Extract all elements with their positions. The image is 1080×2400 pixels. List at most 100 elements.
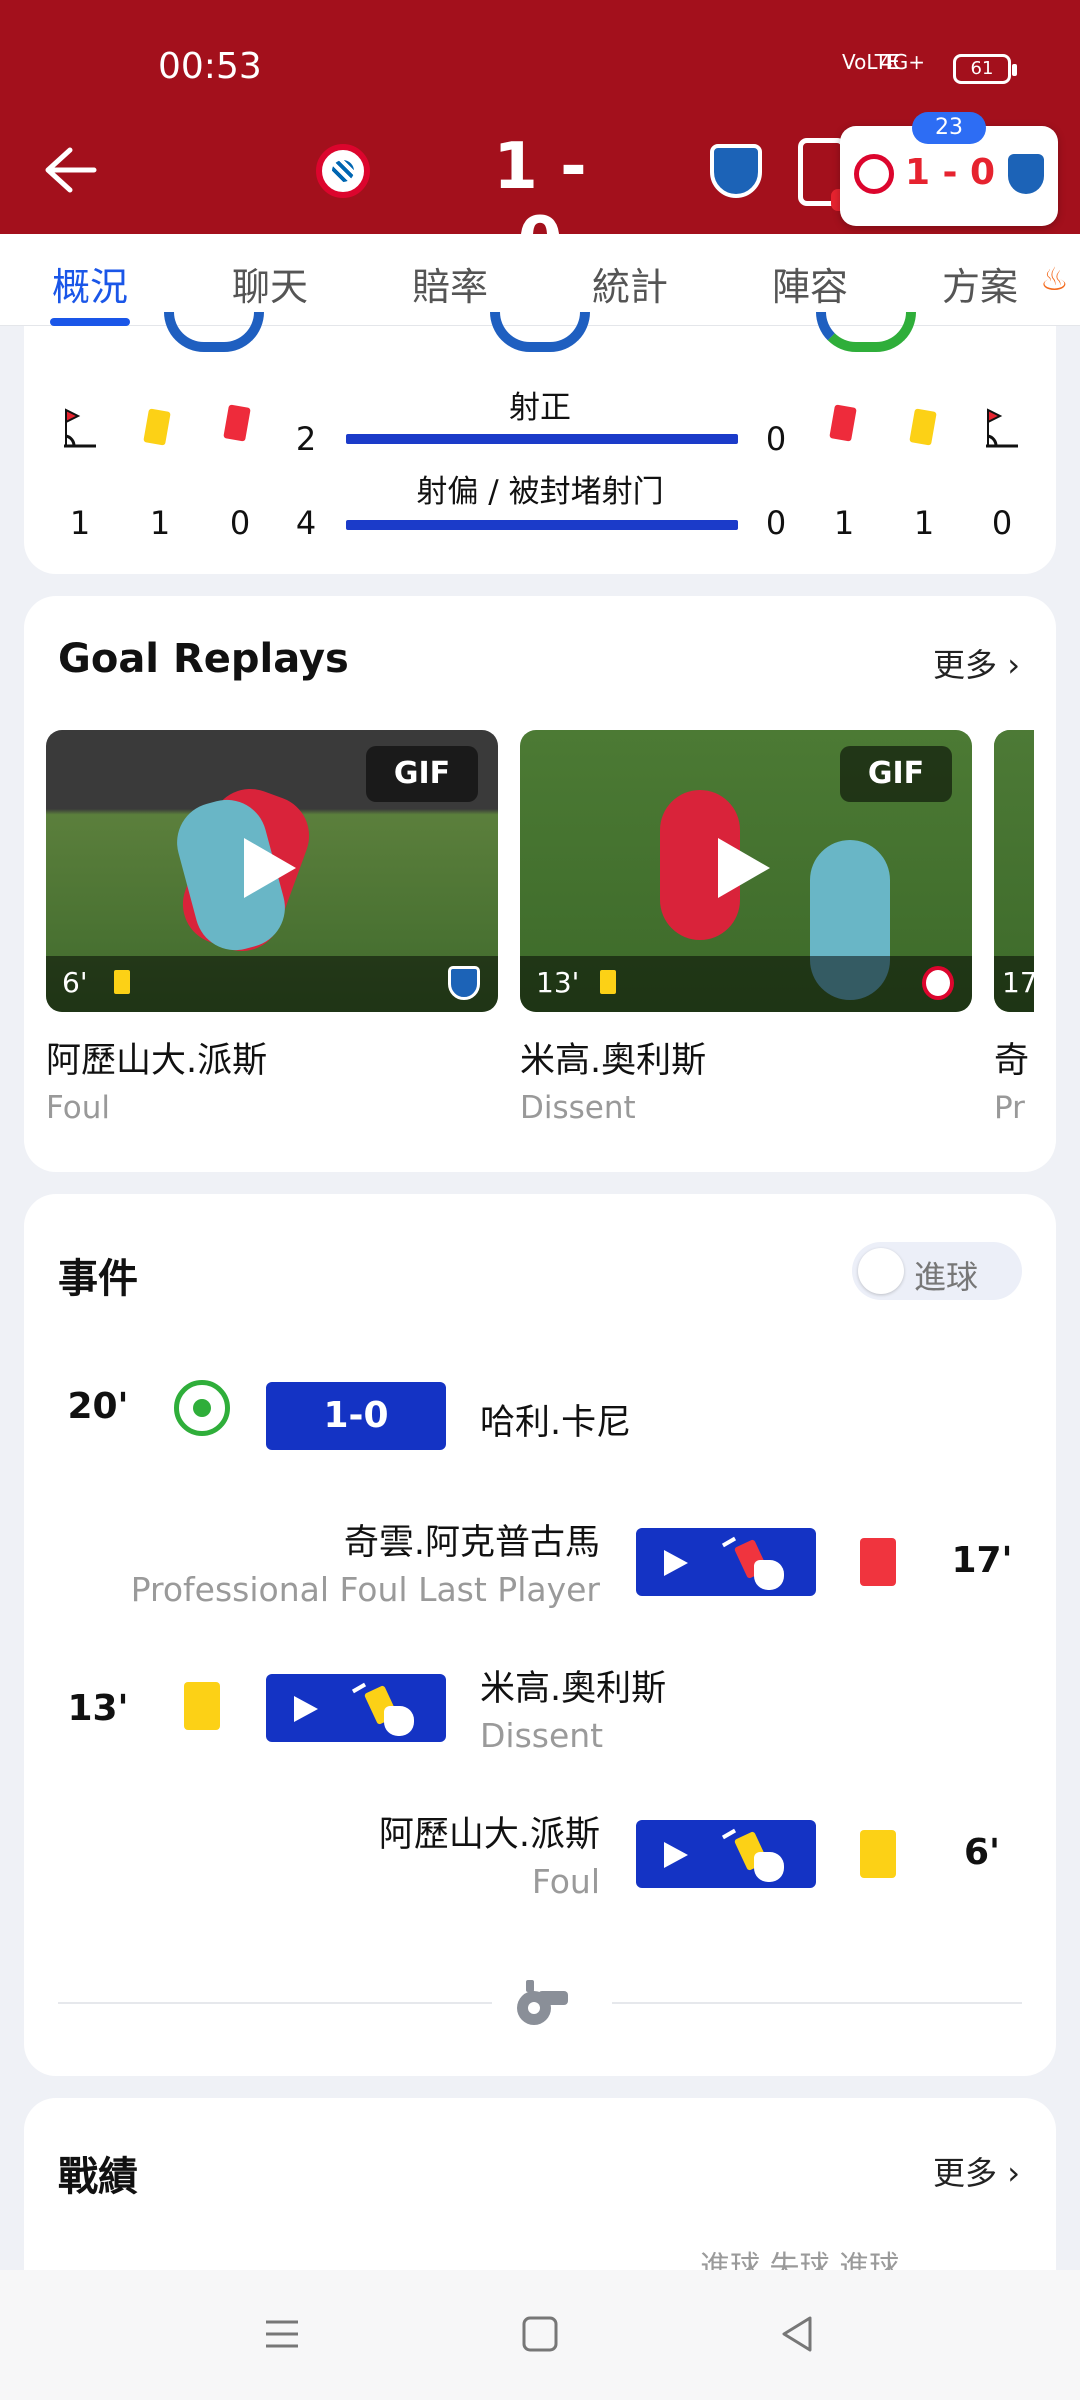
event-minute: 20' xyxy=(67,1386,129,1427)
tab-odds[interactable]: 賠率 xyxy=(380,256,520,311)
gif-badge: GIF xyxy=(366,746,478,802)
yellow-card-icon xyxy=(184,1682,220,1730)
replay-reason: Dissent xyxy=(520,1090,636,1126)
home-yellow: 1 xyxy=(149,504,171,542)
event-detail: Foul xyxy=(531,1862,600,1901)
home-corners: 1 xyxy=(69,504,91,542)
tab-overview[interactable]: 概況 xyxy=(20,256,160,311)
corner-flag-icon xyxy=(986,408,1018,448)
match-header: 00:53 VoLTE 4G+ 61 1 - 0 1 - 0 23 xyxy=(0,0,1080,278)
back-icon[interactable] xyxy=(778,2314,818,2354)
thumbnail-footer: 13' xyxy=(520,956,972,1012)
event-player: 哈利.卡尼 xyxy=(480,1403,632,1443)
events-title: 事件 xyxy=(58,1256,138,1302)
more-label: 更多 xyxy=(933,646,998,684)
replay-reason: Pr xyxy=(994,1090,1025,1126)
signal-icon: 4G+ xyxy=(880,50,925,74)
fire-icon: ♨ xyxy=(1040,260,1069,298)
yellow-card-icon xyxy=(909,408,937,446)
events-card: 事件 進球 20' 1-0 哈利.卡尼 奇雲.阿克普古馬 Professiona… xyxy=(24,1194,1056,2076)
shots-on-bar xyxy=(346,434,738,444)
home-red: 0 xyxy=(229,504,251,542)
red-card-icon xyxy=(860,1538,896,1586)
more-label: 更多 xyxy=(933,2154,998,2192)
yellow-card-icon xyxy=(114,970,130,994)
whistle-icon xyxy=(517,1980,568,2025)
yellow-card-icon xyxy=(600,970,616,994)
yellow-card-replay-button[interactable] xyxy=(266,1674,446,1742)
play-icon xyxy=(664,1842,688,1868)
record-title: 戰績 xyxy=(58,2154,138,2200)
chevron-right-icon: › xyxy=(1007,646,1020,684)
red-card-icon xyxy=(223,404,251,442)
replays-title: Goal Replays xyxy=(58,636,349,682)
replay-minute: 6' xyxy=(62,966,88,999)
yellow-card-icon xyxy=(860,1830,896,1878)
tab-stats[interactable]: 統計 xyxy=(560,256,700,311)
thumbnail-footer: 6' xyxy=(46,956,498,1012)
floating-badge: 23 xyxy=(912,112,986,144)
shots-on-label: 射正 xyxy=(509,390,571,426)
away-shots-off: 0 xyxy=(765,504,787,542)
menu-icon[interactable] xyxy=(262,2314,302,2354)
replay-thumbnail-partial[interactable]: 17' xyxy=(994,730,1034,1012)
hand-icon xyxy=(384,1706,414,1736)
bayern-crest-icon xyxy=(922,966,954,1000)
home-icon[interactable] xyxy=(520,2314,560,2354)
tab-underline xyxy=(50,318,130,326)
record-more-link[interactable]: 更多 › xyxy=(933,2148,1020,2194)
goal-replays-card: Goal Replays 更多 › GIF 6' 阿歷山大.派斯 Foul GI… xyxy=(24,596,1056,1172)
play-icon[interactable] xyxy=(718,838,770,898)
stat-circle xyxy=(816,312,916,352)
event-minute: 13' xyxy=(67,1688,129,1729)
replay-thumbnail[interactable]: GIF 6' xyxy=(46,730,498,1012)
goal-score-button[interactable]: 1-0 xyxy=(266,1382,446,1450)
replays-more-link[interactable]: 更多 › xyxy=(933,640,1020,686)
spark-icon xyxy=(721,1536,737,1548)
replay-thumbnail[interactable]: GIF 13' xyxy=(520,730,972,1012)
away-yellow: 1 xyxy=(913,504,935,542)
corner-flag-icon xyxy=(64,408,96,448)
event-detail: Professional Foul Last Player xyxy=(130,1570,600,1609)
thumbnail-footer: 17' xyxy=(994,956,1034,1012)
replay-minute: 13' xyxy=(536,966,580,999)
home-shots-off: 4 xyxy=(295,504,317,542)
event-detail: Dissent xyxy=(480,1716,604,1755)
tab-chat[interactable]: 聊天 xyxy=(200,256,340,311)
spark-icon xyxy=(721,1828,737,1840)
away-team-crest-icon[interactable] xyxy=(710,144,762,198)
divider xyxy=(58,2002,492,2004)
event-minute: 17' xyxy=(951,1540,1013,1581)
red-card-replay-button[interactable] xyxy=(636,1528,816,1596)
home-team-crest-icon[interactable] xyxy=(316,144,370,198)
stat-circle xyxy=(490,312,590,352)
event-player: 阿歷山大.派斯 xyxy=(378,1815,600,1855)
back-arrow-icon[interactable] xyxy=(36,140,100,200)
yellow-card-replay-button[interactable] xyxy=(636,1820,816,1888)
hand-icon xyxy=(754,1852,784,1882)
mini-away-crest-icon xyxy=(1008,154,1044,194)
away-shots-on: 0 xyxy=(765,420,787,458)
tab-lineup[interactable]: 陣容 xyxy=(740,256,880,311)
play-icon[interactable] xyxy=(244,838,296,898)
mini-score: 1 - 0 xyxy=(904,152,996,193)
event-player: 奇雲.阿克普古馬 xyxy=(343,1523,600,1563)
chevron-right-icon: › xyxy=(1007,2154,1020,2192)
away-red: 1 xyxy=(833,504,855,542)
battery-icon: 61 xyxy=(953,54,1017,84)
replay-player-name: 奇 xyxy=(994,1041,1030,1081)
status-time: 00:53 xyxy=(158,46,262,87)
goal-ball-icon xyxy=(174,1380,230,1436)
tab-plans[interactable]: 方案 xyxy=(920,256,1040,311)
stat-circle xyxy=(164,312,264,352)
replay-player-name: 阿歷山大.派斯 xyxy=(46,1041,268,1081)
hoffenheim-crest-icon xyxy=(448,966,480,1000)
red-card-icon xyxy=(829,404,857,442)
home-shots-on: 2 xyxy=(295,420,317,458)
stats-card: 2 射正 0 1 1 0 4 射偏 / 被封堵射门 0 1 1 0 xyxy=(24,312,1056,574)
goals-only-toggle[interactable]: 進球 xyxy=(852,1242,1022,1300)
toggle-knob xyxy=(858,1248,904,1294)
hand-icon xyxy=(754,1560,784,1590)
phone-notification-icon[interactable] xyxy=(798,138,855,211)
away-corners: 0 xyxy=(991,504,1013,542)
